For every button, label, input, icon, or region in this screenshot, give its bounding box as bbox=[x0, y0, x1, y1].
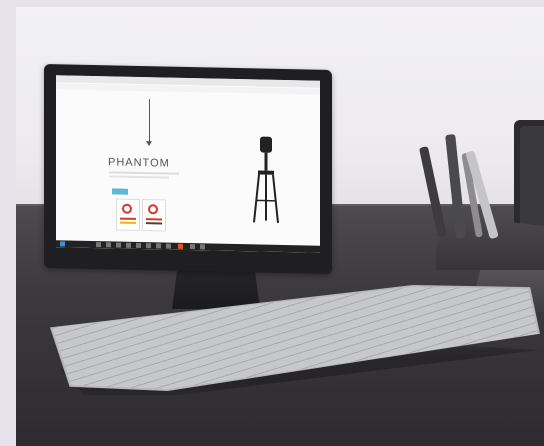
photo-border-left bbox=[0, 0, 16, 446]
taskbar-app-icon bbox=[96, 242, 101, 248]
start-icon bbox=[60, 241, 65, 247]
taskbar-app-icon bbox=[166, 243, 171, 249]
badge-bar bbox=[146, 222, 162, 225]
taskbar bbox=[56, 240, 320, 253]
hero-subtitle-line bbox=[109, 171, 179, 175]
hero-title: PHANTOM bbox=[108, 156, 170, 170]
badge-bar bbox=[120, 217, 136, 220]
taskbar-app-icon bbox=[136, 242, 141, 249]
tablet-screen: PHANTOM bbox=[56, 75, 320, 253]
taskbar-app-icon bbox=[116, 242, 121, 248]
badge-ring-icon bbox=[148, 204, 158, 215]
taskbar-app-icon bbox=[200, 244, 205, 250]
photo-border-top bbox=[0, 0, 544, 7]
taskbar-app-icon bbox=[190, 244, 195, 250]
taskbar-app-icon-active bbox=[178, 243, 183, 249]
badge-bar bbox=[120, 221, 136, 224]
badge-bar bbox=[146, 218, 162, 221]
hanging-pendant bbox=[146, 141, 152, 147]
tablet: PHANTOM bbox=[44, 63, 332, 275]
award-badge-1 bbox=[116, 198, 140, 231]
hanging-cable bbox=[149, 99, 150, 144]
award-badge-2 bbox=[142, 199, 166, 232]
taskbar-app-icon bbox=[146, 243, 151, 249]
taskbar-app-icon bbox=[156, 243, 161, 249]
taskbar-app-icon bbox=[126, 242, 131, 248]
desk-photo: PHANTOM bbox=[0, 0, 544, 446]
hero-subtitle-line bbox=[109, 175, 169, 179]
hero-button bbox=[112, 188, 128, 195]
badge-ring-icon bbox=[122, 203, 132, 214]
taskbar-app-icon bbox=[106, 242, 111, 248]
bar-stool-image bbox=[253, 136, 279, 223]
